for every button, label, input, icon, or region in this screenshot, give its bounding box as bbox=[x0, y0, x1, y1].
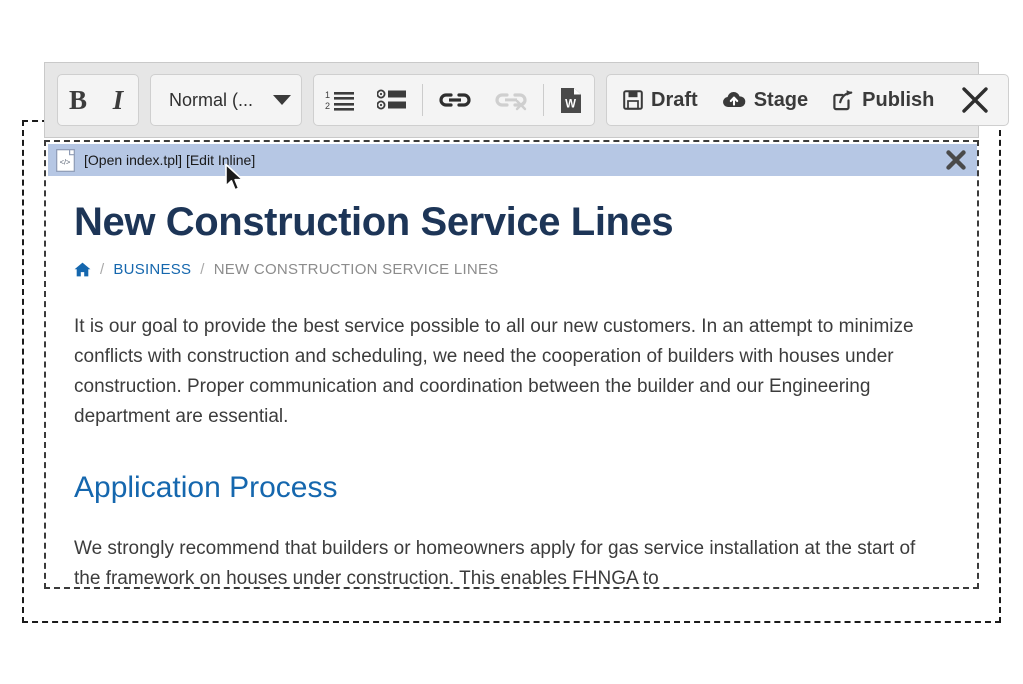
editor-toolbar: B I Normal (... 1 2 W Draft Stage Publis… bbox=[44, 62, 1010, 138]
paste-from-word-button[interactable]: W bbox=[548, 75, 594, 125]
close-editor-button[interactable] bbox=[946, 75, 1004, 125]
insert-group: 1 2 W bbox=[313, 74, 596, 126]
chevron-down-icon bbox=[273, 95, 292, 105]
stage-label: Stage bbox=[753, 88, 809, 111]
format-dropdown-label: Normal (... bbox=[169, 89, 254, 110]
home-glyph bbox=[74, 262, 91, 277]
svg-text:2: 2 bbox=[325, 101, 330, 111]
ordered-list-icon: 1 2 bbox=[325, 90, 355, 111]
breadcrumb-separator: / bbox=[100, 260, 105, 278]
stage-button[interactable]: Stage bbox=[710, 75, 820, 125]
format-dropdown[interactable]: Normal (... bbox=[150, 74, 303, 126]
save-draft-button[interactable]: Draft bbox=[611, 75, 710, 125]
svg-text:1: 1 bbox=[325, 90, 330, 100]
unlink-icon bbox=[495, 93, 527, 111]
home-icon[interactable] bbox=[74, 262, 91, 277]
share-icon bbox=[833, 90, 853, 111]
paragraph-application-process: We strongly recommend that builders or h… bbox=[74, 537, 916, 589]
save-draft-label: Draft bbox=[651, 88, 698, 111]
breadcrumb-current: NEW CONSTRUCTION SERVICE LINES bbox=[213, 260, 499, 278]
breadcrumb-link-business[interactable]: BUSINESS bbox=[113, 261, 191, 278]
italic-button[interactable]: I bbox=[98, 75, 138, 125]
link-icon bbox=[439, 93, 471, 107]
section-heading-application-process: Application Process bbox=[74, 470, 338, 504]
editable-content-region: </> [Open index.tpl] [Edit Inline] New C… bbox=[44, 140, 979, 589]
svg-text:W: W bbox=[565, 98, 576, 110]
bold-button[interactable]: B bbox=[58, 75, 98, 125]
word-document-icon: W bbox=[561, 87, 582, 113]
toolbar-divider bbox=[422, 84, 424, 116]
bullet-list-button[interactable] bbox=[366, 75, 418, 125]
page-title: New Construction Service Lines bbox=[74, 200, 674, 244]
inline-edit-bar: </> [Open index.tpl] [Edit Inline] bbox=[48, 144, 977, 176]
code-file-icon: </> bbox=[56, 148, 75, 172]
close-icon bbox=[962, 87, 989, 113]
inline-edit-label[interactable]: [Open index.tpl] [Edit Inline] bbox=[84, 152, 255, 168]
breadcrumb-separator: / bbox=[200, 260, 205, 278]
svg-text:</>: </> bbox=[60, 157, 71, 166]
text-style-group: B I bbox=[57, 74, 140, 126]
bullet-list-icon bbox=[377, 89, 407, 110]
publish-actions-group: Draft Stage Publish bbox=[606, 74, 1010, 126]
floppy-disk-icon bbox=[623, 90, 643, 110]
screen-root: B I Normal (... 1 2 W Draft Stage Publis… bbox=[0, 0, 1023, 684]
paragraph-intro: It is our goal to provide the best servi… bbox=[74, 315, 914, 427]
remove-link-button[interactable] bbox=[483, 75, 539, 125]
cloud-upload-icon bbox=[722, 92, 746, 107]
ordered-list-button[interactable]: 1 2 bbox=[314, 75, 366, 125]
publish-label: Publish bbox=[862, 88, 935, 111]
publish-button[interactable]: Publish bbox=[820, 75, 946, 125]
breadcrumb: / BUSINESS / NEW CONSTRUCTION SERVICE LI… bbox=[74, 261, 947, 278]
insert-link-button[interactable] bbox=[427, 75, 483, 125]
close-icon bbox=[946, 150, 966, 170]
toolbar-divider bbox=[543, 84, 545, 116]
dismiss-inline-bar-button[interactable] bbox=[945, 149, 967, 171]
article-content: New Construction Service Lines / BUSINES… bbox=[46, 176, 977, 587]
